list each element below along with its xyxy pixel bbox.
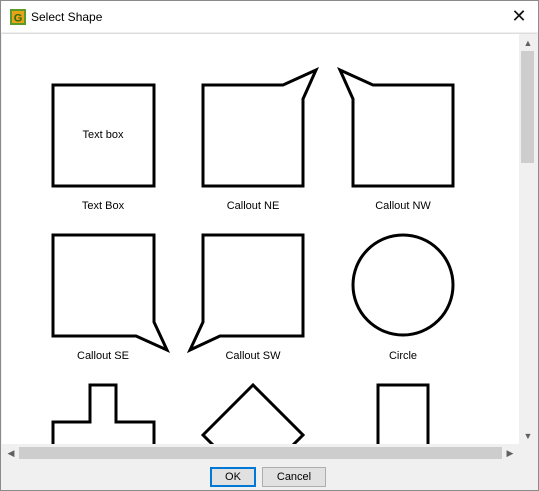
rectangle-shape-icon[interactable] xyxy=(376,383,430,444)
text-box-inner-text: Text box xyxy=(83,129,124,141)
scroll-down-arrow-icon[interactable]: ▼ xyxy=(519,427,537,444)
title-bar: G Select Shape ✕ xyxy=(1,1,538,32)
vertical-scroll-thumb[interactable] xyxy=(521,51,534,163)
callout-nw-shape-icon[interactable] xyxy=(337,66,455,188)
shape-label-text-box: Text Box xyxy=(81,200,125,212)
scroll-left-arrow-icon[interactable]: ◀ xyxy=(2,444,20,462)
window-title: Select Shape xyxy=(31,10,103,24)
select-shape-dialog: G Select Shape ✕ Text box Text Box Callo… xyxy=(0,0,539,491)
shape-label-callout-se: Callout SE xyxy=(77,350,129,362)
close-button[interactable]: ✕ xyxy=(500,1,538,32)
circle-shape-icon[interactable] xyxy=(351,233,455,337)
horizontal-scrollbar[interactable]: ◀ ▶ xyxy=(2,444,519,462)
close-icon: ✕ xyxy=(511,6,527,26)
vertical-scrollbar[interactable]: ▲ ▼ xyxy=(519,34,537,444)
callout-ne-shape-icon[interactable] xyxy=(201,66,319,188)
shape-grid: Text box Text Box Callout NE Callout NW … xyxy=(2,34,519,444)
shape-label-callout-ne: Callout NE xyxy=(226,200,280,212)
scroll-up-arrow-icon[interactable]: ▲ xyxy=(519,34,537,51)
callout-se-shape-icon[interactable] xyxy=(51,233,171,354)
cancel-button[interactable]: Cancel xyxy=(262,467,326,487)
callout-sw-shape-icon[interactable] xyxy=(186,233,305,354)
diamond-shape-icon[interactable] xyxy=(200,382,306,444)
shape-label-callout-nw: Callout NW xyxy=(375,200,431,212)
shape-list-panel: Text box Text Box Callout NE Callout NW … xyxy=(2,33,537,462)
svg-text:G: G xyxy=(14,13,23,25)
scroll-right-arrow-icon[interactable]: ▶ xyxy=(501,444,519,462)
cross-shape-icon[interactable] xyxy=(51,383,156,444)
horizontal-scroll-thumb[interactable] xyxy=(19,447,502,459)
shape-canvas: Text box xyxy=(51,66,455,444)
shape-label-circle: Circle xyxy=(388,350,418,362)
ok-button[interactable]: OK xyxy=(210,467,256,487)
shape-label-callout-sw: Callout SW xyxy=(225,350,281,362)
app-icon: G xyxy=(10,9,26,25)
scrollbar-corner xyxy=(519,444,537,462)
